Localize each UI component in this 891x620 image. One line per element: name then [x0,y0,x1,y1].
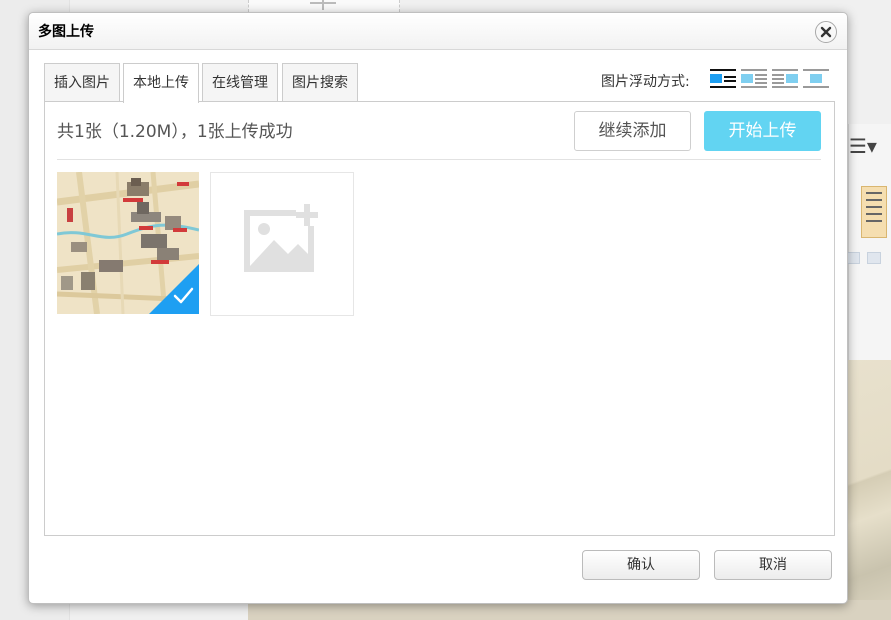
list-icon: ☰▾ [849,134,877,158]
multi-image-upload-dialog: 多图上传 插入图片 本地上传 在线管理 图片搜索 图片浮动方式: 共1张（1.2… [28,12,848,604]
float-right-icon[interactable] [772,68,798,90]
uploaded-image-thumbnail[interactable] [57,172,199,314]
float-mode-label: 图片浮动方式: [601,74,690,90]
float-left-icon[interactable] [741,68,767,90]
add-image-slot[interactable] [210,172,354,316]
map-thumbnail-image [57,172,199,314]
tab-insert-image[interactable]: 插入图片 [44,63,120,102]
float-none-icon[interactable] [710,68,736,90]
start-upload-button[interactable]: 开始上传 [704,111,821,151]
add-image-icon [244,204,318,272]
continue-add-button[interactable]: 继续添加 [574,111,691,151]
float-center-icon[interactable] [803,68,829,90]
close-icon [820,26,832,38]
dialog-title: 多图上传 [38,24,94,40]
tab-local-upload[interactable]: 本地上传 [123,63,199,103]
panel-divider [57,159,821,160]
upload-status-text: 共1张（1.20M），1张上传成功 [57,122,293,142]
add-icon [310,0,336,10]
local-upload-panel: 共1张（1.20M），1张上传成功 继续添加 开始上传 [44,101,835,536]
background-map [848,360,891,620]
tab-online-manage[interactable]: 在线管理 [202,63,278,102]
close-button[interactable] [815,21,837,43]
toolbar-button-icon [867,252,881,264]
cancel-button[interactable]: 取消 [714,550,832,580]
tab-image-search[interactable]: 图片搜索 [282,63,358,102]
confirm-button[interactable]: 确认 [582,550,700,580]
background-toolbar: ☰▾ [846,124,891,360]
toolbar-button-icon [846,252,860,264]
dialog-titlebar: 多图上传 [29,13,847,50]
note-icon [861,186,887,238]
